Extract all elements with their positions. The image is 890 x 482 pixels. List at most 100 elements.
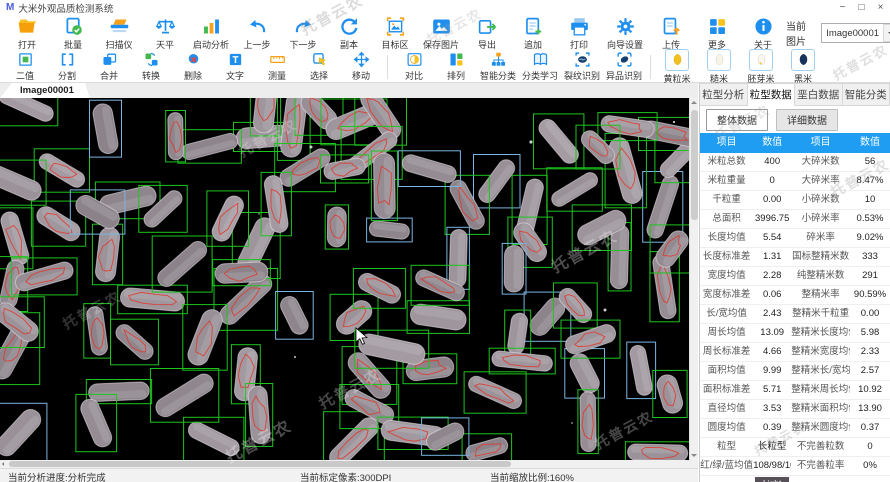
table-cell-value: 56 bbox=[864, 156, 876, 167]
vertical-scroll-thumb[interactable] bbox=[691, 110, 698, 220]
table-row: 米粒重量 0 大碎米率 8.47% bbox=[700, 172, 890, 191]
prev-icon bbox=[249, 19, 265, 32]
toolbar-button-label: 导出 bbox=[477, 39, 496, 50]
toolbar-button-del[interactable]: 删除 bbox=[172, 51, 214, 82]
toolbar-button-arrange[interactable]: 排列 bbox=[435, 51, 477, 82]
toolbar-button-target[interactable]: 目标区 bbox=[372, 16, 418, 51]
status-bar: 当前分析进度:分析完成 当前标定像素:300DPI 当前缩放比例:160% bbox=[0, 468, 698, 482]
current-image-label: 当前图片 bbox=[786, 22, 806, 48]
rice-grain bbox=[579, 391, 597, 453]
toolbar-button-convert[interactable]: 转换 bbox=[130, 51, 172, 82]
table-cell-item: 杂质数 bbox=[791, 476, 850, 482]
toolbar-button-label: 智能分类 bbox=[479, 71, 516, 81]
analyze-icon bbox=[203, 19, 219, 33]
maximize-button[interactable]: □ bbox=[852, 0, 871, 15]
tab-shape-data[interactable]: 粒型数据 bbox=[747, 83, 795, 106]
vertical-scrollbar[interactable] bbox=[689, 98, 698, 460]
toolbar-button-batch[interactable]: 批量 bbox=[50, 16, 96, 51]
current-image-select[interactable]: Image00001 bbox=[821, 23, 890, 43]
toolbar-button-smartcls[interactable]: 智能分类 bbox=[477, 51, 519, 82]
chevron-down-icon[interactable] bbox=[883, 24, 890, 42]
horizontal-scroll-thumb[interactable] bbox=[9, 461, 511, 467]
toolbar-button-saveimg[interactable]: 保存图片 bbox=[418, 16, 464, 51]
toolbar-button-about[interactable]: 关于 bbox=[740, 16, 786, 51]
toolbar-button-crack[interactable]: 裂纹识别 bbox=[561, 51, 603, 82]
toolbar-button-label: 裂纹识别 bbox=[563, 71, 600, 81]
tab-shape-analysis[interactable]: 粒型分析 bbox=[700, 83, 748, 106]
toolbar-button-yellowrice[interactable]: 黄粒米 bbox=[656, 48, 698, 85]
toolbar-button-germrice[interactable]: 胚芽米 bbox=[740, 48, 782, 85]
rice-image-canvas[interactable] bbox=[0, 98, 689, 460]
toolbar-button-append[interactable]: 追加 bbox=[510, 16, 556, 51]
toolbar-button-label: 批量 bbox=[63, 39, 82, 50]
toolbar-button-foreign[interactable]: 异品识别 bbox=[603, 51, 645, 82]
toolbar-button-blackrice[interactable]: 黑米 bbox=[782, 48, 824, 85]
toolbar-button-print[interactable]: 打印 bbox=[556, 16, 602, 51]
table-cell-value: 0 bbox=[769, 175, 775, 186]
tab-smart-classify[interactable]: 智能分类 bbox=[842, 83, 890, 106]
measure-icon bbox=[269, 56, 285, 63]
table-cell-value: Light Bluish Green bbox=[753, 476, 791, 482]
toolbar-button-merge[interactable]: 合并 bbox=[88, 51, 130, 82]
scanner-icon bbox=[110, 19, 128, 32]
table-cell-item: 纯整精米数 bbox=[796, 270, 845, 281]
subtab-detailed-data[interactable]: 详细数据 bbox=[776, 108, 838, 131]
toolbar-button-gear[interactable]: 向导设置 bbox=[602, 16, 648, 51]
window-controls: − □ × bbox=[833, 0, 890, 15]
main-toolbar-controls: 当前图片 Image00001 向导 常规米 开始检测 bbox=[786, 18, 890, 48]
toolbar-button-move[interactable]: 移动 bbox=[340, 51, 382, 82]
toolbar-button-label: 文字 bbox=[225, 71, 244, 81]
scroll-up-arrow-icon[interactable] bbox=[691, 101, 697, 104]
table-cell-item: 整精米率 bbox=[801, 289, 840, 300]
toolbar-button-label: 合并 bbox=[99, 71, 118, 81]
toolbar-button-next[interactable]: 下一步 bbox=[280, 16, 326, 51]
toolbar-button-measure[interactable]: 测量 bbox=[256, 51, 298, 82]
toolbar-button-label: 选择 bbox=[309, 71, 328, 81]
table-cell-value: 0 bbox=[867, 441, 873, 452]
toolbar-button-contrast[interactable]: 对比 bbox=[393, 51, 435, 82]
toolbar-button-brownrice[interactable]: 糙米 bbox=[698, 48, 740, 85]
table-cell-item: 整精米周长均值 bbox=[791, 384, 850, 395]
learn-icon bbox=[533, 53, 547, 66]
toolbar-button-refresh[interactable]: 副本 bbox=[326, 16, 372, 51]
status-analysis-progress: 当前分析进度:分析完成 bbox=[8, 473, 106, 482]
toolbar-button-upload[interactable]: 上传 bbox=[648, 16, 694, 51]
subtab-overall-data[interactable]: 整体数据 bbox=[706, 108, 768, 131]
toolbar-button-analyze[interactable]: 启动分析 bbox=[188, 16, 234, 51]
table-cell-value: 0.39 bbox=[762, 422, 782, 433]
table-cell-value: 9.02% bbox=[856, 232, 884, 243]
toolbar-button-export[interactable]: 导出 bbox=[464, 16, 510, 51]
toolbar-button-label: 分类学习 bbox=[521, 71, 558, 81]
data-panel-subtabs: 整体数据 详细数据 bbox=[700, 106, 890, 133]
column-header: 项目 bbox=[810, 137, 831, 148]
minimize-button[interactable]: − bbox=[833, 0, 852, 15]
blackrice-icon bbox=[799, 54, 807, 65]
toolbar-button-label: 向导设置 bbox=[606, 39, 643, 50]
toolbar-button-select[interactable]: 选择 bbox=[298, 51, 340, 82]
toolbar-button-binary[interactable]: 二值 bbox=[4, 51, 46, 82]
toolbar-button-balance[interactable]: 天平 bbox=[142, 16, 188, 51]
table-cell-value: 3.53 bbox=[762, 403, 782, 414]
batch-icon bbox=[66, 17, 82, 35]
table-cell-value: 1 bbox=[850, 476, 890, 482]
toolbar-button-learn[interactable]: 分类学习 bbox=[519, 51, 561, 82]
scroll-down-arrow-icon[interactable] bbox=[691, 454, 697, 457]
horizontal-scrollbar[interactable] bbox=[0, 460, 698, 468]
toolbar-button-more[interactable]: 更多 bbox=[694, 16, 740, 51]
toolbar-button-open[interactable]: 打开 bbox=[4, 16, 50, 51]
document-tab[interactable]: Image00001 bbox=[0, 83, 90, 98]
table-cell-item: 宽度均值 bbox=[707, 270, 746, 281]
next-icon bbox=[295, 19, 311, 32]
column-header: 项目 bbox=[716, 137, 737, 148]
app-window: M 大米外观品质检测系统 − □ × 打开 批量 扫描仪 天平 启动分析 上一步 下一步 副本… bbox=[0, 0, 890, 482]
scroll-left-arrow-icon[interactable] bbox=[2, 461, 4, 466]
toolbar-button-scanner[interactable]: 扫描仪 bbox=[96, 16, 142, 51]
open-icon bbox=[18, 19, 36, 33]
toolbar-button-prev[interactable]: 上一步 bbox=[234, 16, 280, 51]
tab-chalkiness-data[interactable]: 垩白数据 bbox=[795, 83, 843, 106]
toolbar-button-split[interactable]: 分割 bbox=[46, 51, 88, 82]
toolbar-button-label: 天平 bbox=[155, 39, 174, 50]
toolbar-button-label: 移动 bbox=[351, 71, 370, 81]
toolbar-button-text[interactable]: 文字 bbox=[214, 51, 256, 82]
close-button[interactable]: × bbox=[871, 0, 890, 15]
